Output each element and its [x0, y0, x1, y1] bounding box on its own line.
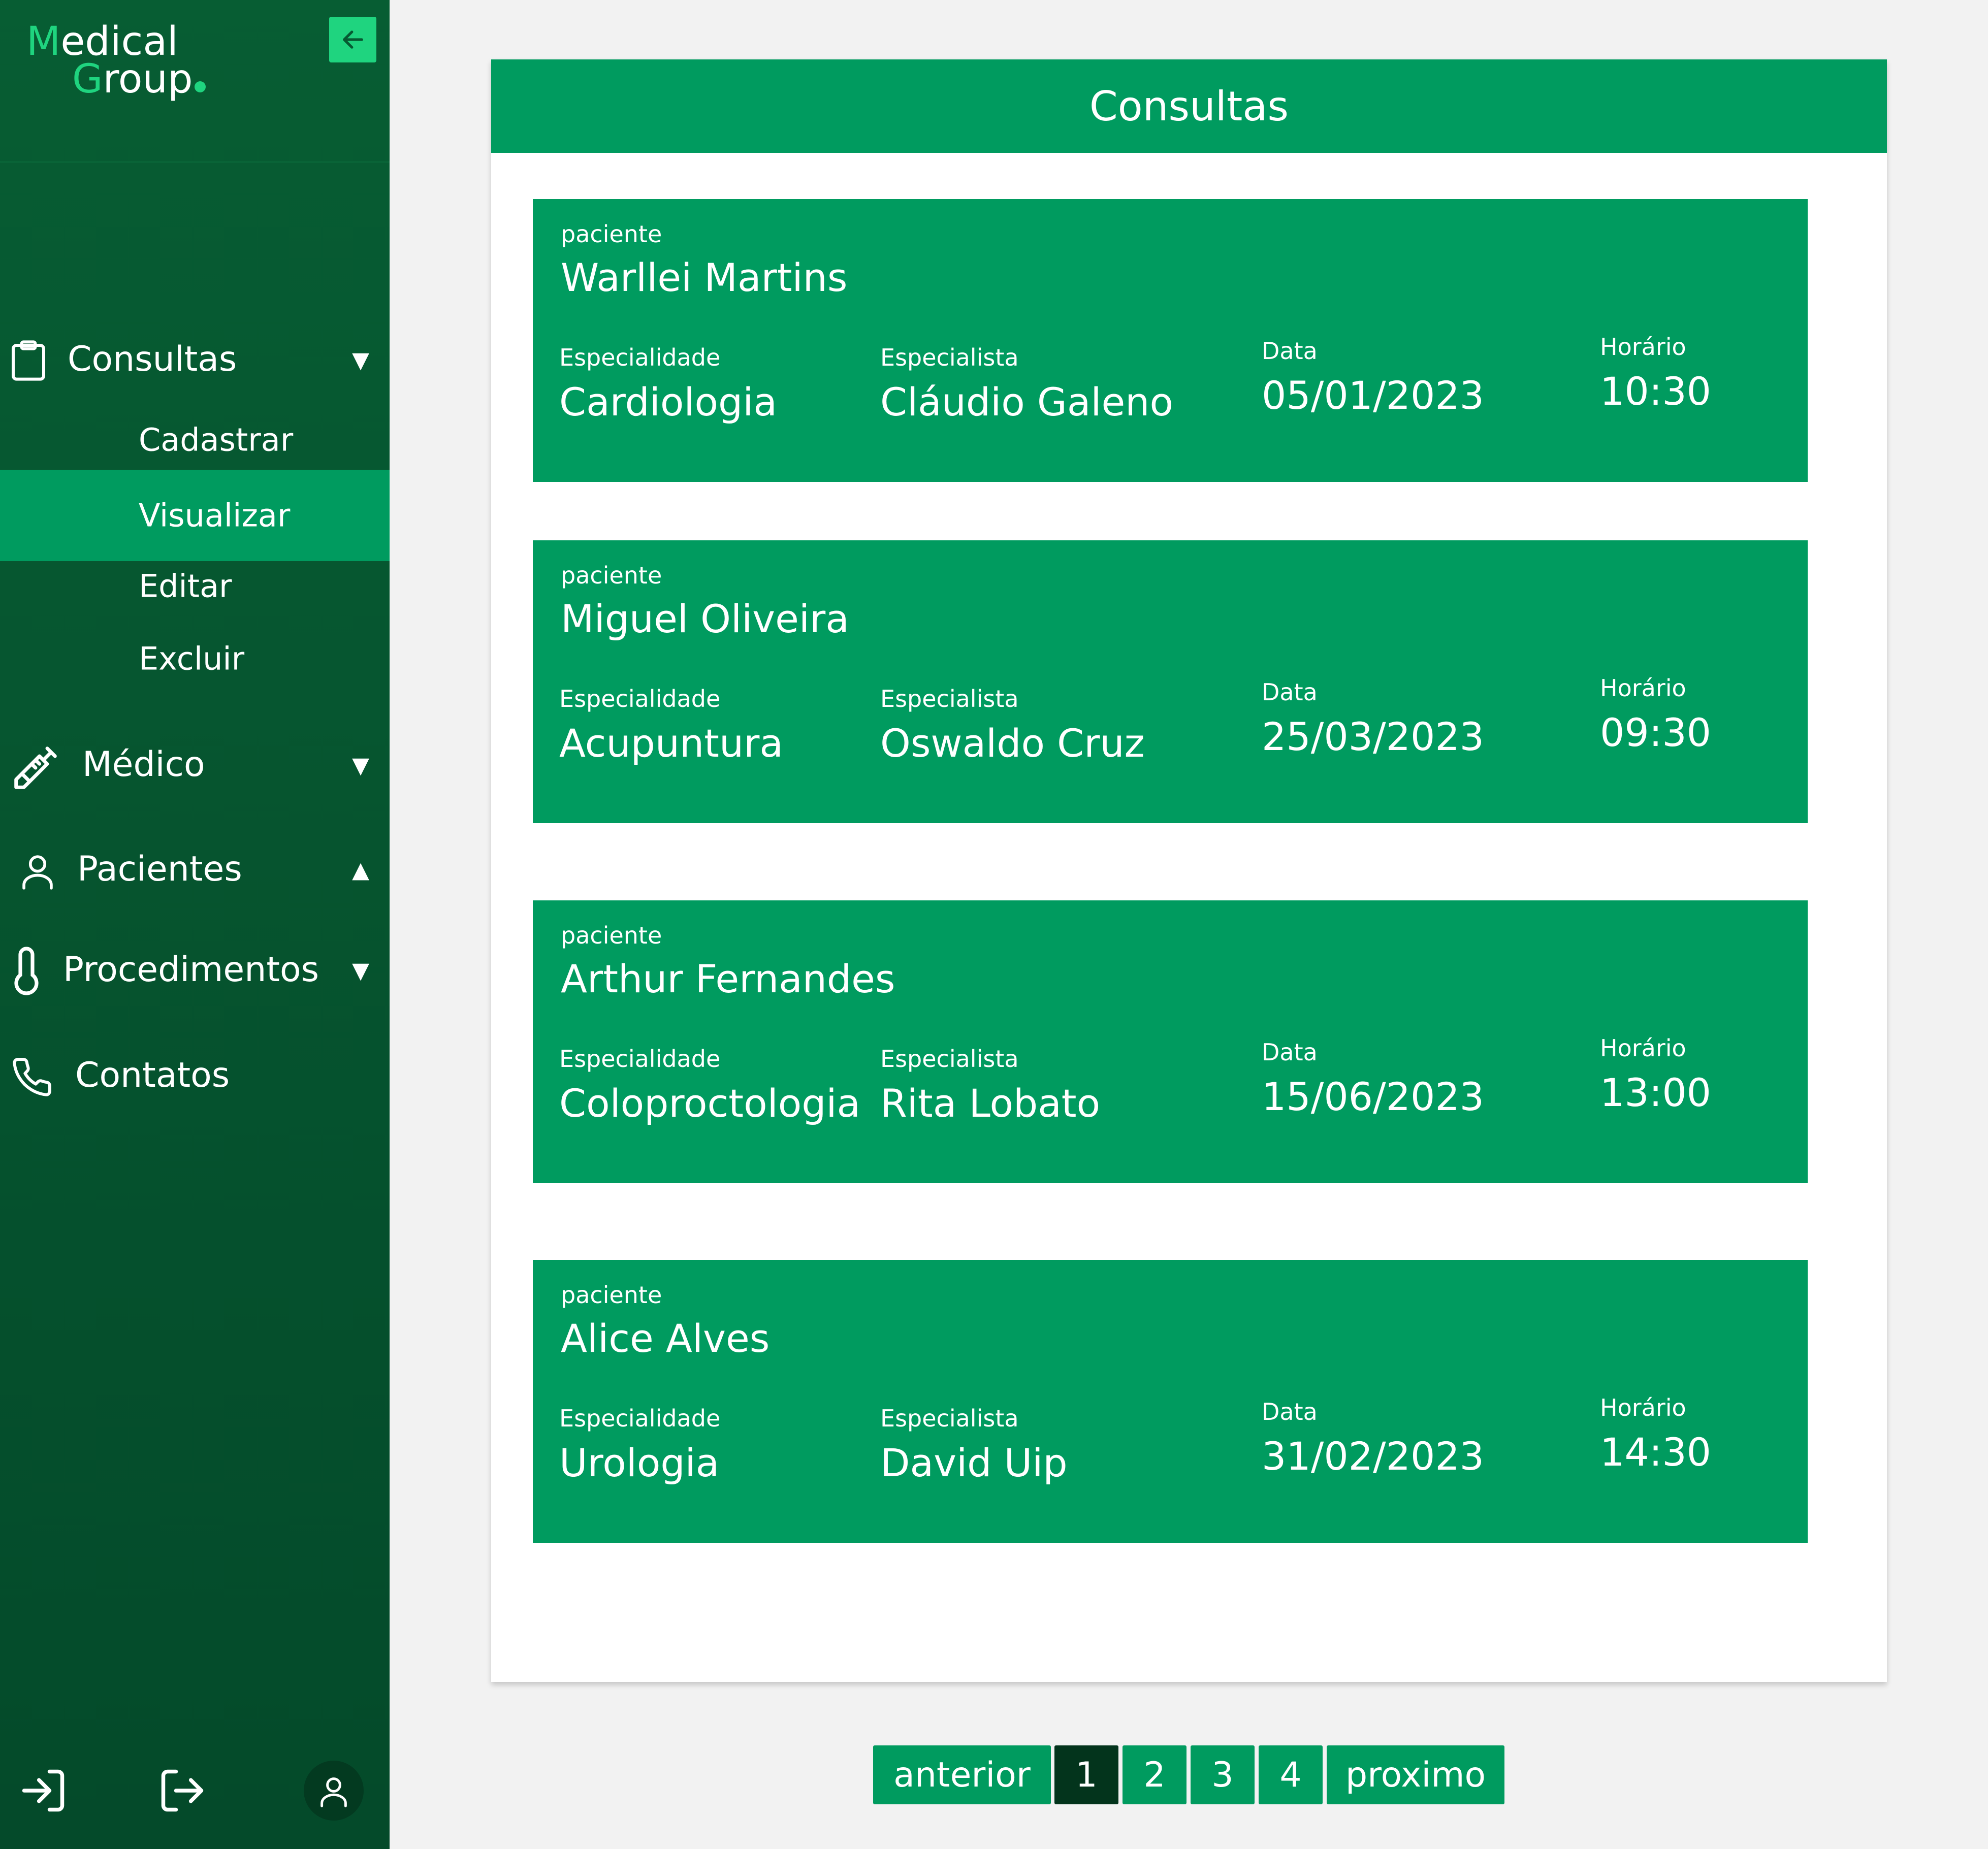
time-value: 09:30 [1600, 710, 1712, 755]
time-value: 10:30 [1600, 369, 1712, 414]
phone-icon [10, 1055, 54, 1099]
nav-contatos[interactable]: Contatos [0, 1046, 390, 1107]
specialty-value: Urologia [559, 1440, 720, 1485]
specialty-value: Cardiologia [559, 379, 777, 425]
specialist-value: Rita Lobato [880, 1081, 1101, 1126]
specialist-value: Oswaldo Cruz [880, 721, 1145, 766]
nav-label-procedimentos: Procedimentos [63, 950, 319, 990]
specialist-label: Especialista [880, 685, 1019, 712]
nav-label-pacientes: Pacientes [77, 849, 242, 889]
chevron-down-icon: ▼ [352, 753, 369, 778]
person-icon [17, 850, 58, 891]
patient-name: Miguel Oliveira [561, 596, 849, 641]
chevron-down-icon: ▼ [352, 958, 369, 984]
consultation-card[interactable]: paciente Arthur Fernandes Especialidade Col… [533, 900, 1808, 1183]
subnav-visualizar[interactable]: Visualizar [0, 470, 390, 561]
specialty-label: Especialidade [559, 344, 721, 371]
next-page-button[interactable]: proximo [1327, 1745, 1504, 1804]
time-label: Horário [1600, 1394, 1686, 1421]
date-value: 05/01/2023 [1262, 373, 1485, 418]
time-label: Horário [1600, 1034, 1686, 1062]
specialty-label: Especialidade [559, 1045, 721, 1073]
pagination: anterior 1 2 3 4 proximo [0, 1745, 1988, 1804]
date-label: Data [1262, 678, 1318, 706]
specialty-label: Especialidade [559, 1405, 721, 1432]
app-logo: Medical Group [26, 22, 206, 99]
specialty-value: Acupuntura [559, 721, 783, 766]
sidebar: Medical Group Consultas ▼ Cadastrar Visu… [0, 0, 390, 1849]
nav-consultas[interactable]: Consultas ▼ [0, 330, 390, 391]
patient-label: paciente [561, 1281, 662, 1309]
date-value: 25/03/2023 [1262, 714, 1485, 759]
patient-label: paciente [561, 922, 662, 949]
prev-page-button[interactable]: anterior [873, 1745, 1051, 1804]
specialty-value: Coloproctologia [559, 1081, 861, 1126]
consultation-card[interactable]: paciente Warllei Martins Especialidade Card… [533, 199, 1808, 482]
subnav-editar[interactable]: Editar [0, 549, 390, 623]
nav-label-medico: Médico [82, 744, 205, 785]
consultation-card[interactable]: paciente Miguel Oliveira Especialidade Acup… [533, 540, 1808, 823]
date-label: Data [1262, 1398, 1318, 1425]
specialty-label: Especialidade [559, 685, 721, 712]
time-label: Horário [1600, 333, 1686, 361]
date-value: 15/06/2023 [1262, 1074, 1485, 1119]
nav-procedimentos[interactable]: Procedimentos ▼ [0, 940, 390, 1001]
patient-label: paciente [561, 220, 662, 248]
subnav-cadastrar[interactable]: Cadastrar [0, 403, 390, 476]
chevron-up-icon: ▲ [352, 857, 369, 883]
clipboard-icon [7, 339, 50, 382]
sidebar-divider [0, 161, 390, 163]
patient-name: Alice Alves [561, 1316, 770, 1361]
consultation-card[interactable]: paciente Alice Alves Especialidade Urologia… [533, 1260, 1808, 1543]
arrow-left-icon [342, 30, 363, 49]
consultations-panel: Consultas paciente Warllei Martins Especia… [491, 59, 1887, 1682]
date-value: 31/02/2023 [1262, 1434, 1485, 1479]
nav-label-contatos: Contatos [75, 1055, 230, 1095]
page-button-1[interactable]: 1 [1054, 1745, 1118, 1804]
specialist-value: Cláudio Galeno [880, 379, 1173, 425]
subnav-excluir[interactable]: Excluir [0, 622, 390, 695]
nav-label-consultas: Consultas [68, 339, 237, 379]
specialist-label: Especialista [880, 1405, 1019, 1432]
specialist-label: Especialista [880, 344, 1019, 371]
specialist-value: David Uip [880, 1440, 1068, 1485]
page-title: Consultas [491, 59, 1887, 153]
chevron-down-icon: ▼ [352, 347, 369, 373]
collapse-sidebar-button[interactable] [329, 17, 376, 62]
patient-name: Warllei Martins [561, 255, 848, 300]
time-value: 13:00 [1600, 1070, 1712, 1115]
syringe-icon [11, 743, 60, 792]
specialist-label: Especialista [880, 1045, 1019, 1073]
page-button-2[interactable]: 2 [1123, 1745, 1187, 1804]
page-button-4[interactable]: 4 [1259, 1745, 1323, 1804]
date-label: Data [1262, 1039, 1318, 1066]
thermometer-icon [7, 946, 46, 996]
time-value: 14:30 [1600, 1430, 1712, 1475]
date-label: Data [1262, 337, 1318, 365]
time-label: Horário [1600, 674, 1686, 702]
patient-name: Arthur Fernandes [561, 956, 895, 1001]
page-button-3[interactable]: 3 [1191, 1745, 1255, 1804]
patient-label: paciente [561, 562, 662, 589]
nav-pacientes[interactable]: Pacientes ▲ [0, 840, 390, 901]
nav-medico[interactable]: Médico ▼ [0, 735, 390, 796]
